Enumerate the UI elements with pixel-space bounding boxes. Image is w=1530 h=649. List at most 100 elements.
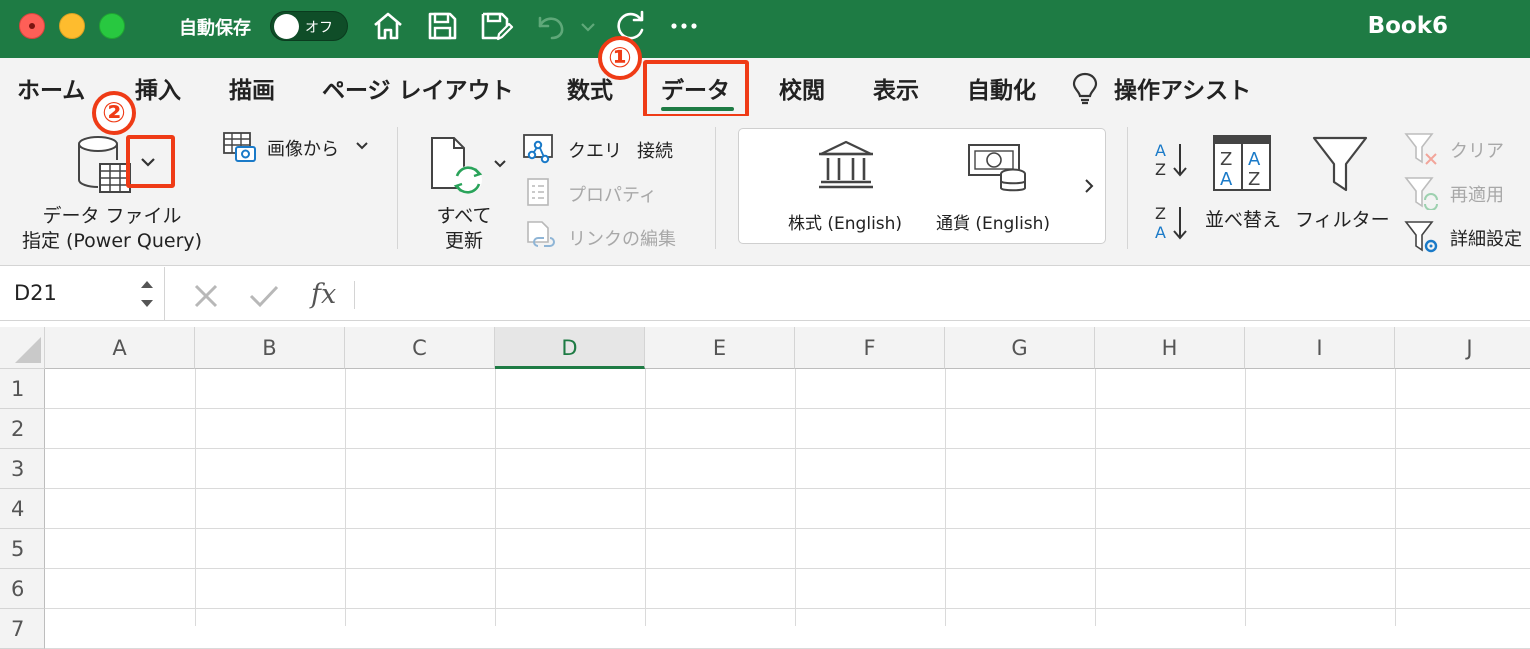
insert-function-button[interactable]: fx xyxy=(311,279,336,310)
currencies-button[interactable]: 通貨 (English) xyxy=(936,209,1050,234)
column-header-g[interactable]: G xyxy=(945,327,1095,369)
properties-button[interactable]: プロパティ xyxy=(568,181,657,207)
tab-insert[interactable]: 挿入 xyxy=(135,71,181,105)
get-data-label-1: データ ファイル xyxy=(42,205,182,227)
refresh-all-button[interactable]: すべて 更新 xyxy=(428,204,500,254)
column-header-a[interactable]: A xyxy=(45,327,195,369)
name-box-stepper-icon[interactable] xyxy=(138,276,156,312)
refresh-all-icon[interactable] xyxy=(428,134,492,198)
grid-hline xyxy=(45,528,1530,529)
tab-review[interactable]: 校閲 xyxy=(779,71,825,105)
grid-hline xyxy=(45,448,1530,449)
group-separator xyxy=(1127,127,1128,249)
row-header-3[interactable]: 3 xyxy=(0,449,45,489)
more-icon[interactable] xyxy=(666,8,702,44)
row-header-1[interactable]: 1 xyxy=(0,369,45,409)
gallery-chevron-right-icon[interactable] xyxy=(1081,177,1097,195)
grid-hline xyxy=(45,608,1530,609)
column-header-h[interactable]: H xyxy=(1095,327,1245,369)
sort-dialog-icon[interactable]: Z A A Z xyxy=(1212,134,1272,192)
column-header-b[interactable]: B xyxy=(195,327,345,369)
group-separator xyxy=(397,127,398,249)
svg-text:A: A xyxy=(1155,141,1166,160)
clear-button[interactable]: クリア xyxy=(1450,137,1504,163)
annotation-badge-1: ① xyxy=(598,36,642,80)
group-separator xyxy=(715,127,716,249)
column-header-e[interactable]: E xyxy=(645,327,795,369)
select-all-triangle-icon xyxy=(15,337,41,363)
edit-links-icon xyxy=(527,221,555,247)
enter-check-icon[interactable] xyxy=(248,282,280,310)
tab-draw[interactable]: 描画 xyxy=(229,71,275,105)
column-header-i[interactable]: I xyxy=(1245,327,1395,369)
save-icon[interactable] xyxy=(424,8,460,44)
row-header-2[interactable]: 2 xyxy=(0,409,45,449)
from-image-chevron-icon[interactable] xyxy=(354,139,370,153)
tab-page-layout[interactable]: ページ レイアウト xyxy=(322,71,514,105)
svg-text:A: A xyxy=(1220,169,1233,190)
undo-chevron-down-icon[interactable] xyxy=(578,8,598,44)
queries-connections-icon[interactable] xyxy=(522,133,556,165)
column-header-d[interactable]: D xyxy=(495,327,645,369)
stocks-button[interactable]: 株式 (English) xyxy=(788,209,902,234)
filter-icon[interactable] xyxy=(1310,134,1370,194)
lightbulb-icon xyxy=(1072,72,1098,105)
ribbon-tabs: ホーム 挿入 描画 ページ レイアウト 数式 データ 校閲 表示 自動化 操作ア… xyxy=(0,58,1530,116)
tab-formulas[interactable]: 数式 xyxy=(567,71,613,105)
undo-icon[interactable] xyxy=(532,8,572,44)
autosave-toggle[interactable]: オフ xyxy=(270,11,348,41)
filter-button[interactable]: フィルター xyxy=(1295,205,1390,232)
row-header-6[interactable]: 6 xyxy=(0,569,45,609)
tab-tell-me[interactable]: 操作アシスト xyxy=(1114,71,1251,105)
toggle-knob xyxy=(274,14,299,39)
tab-home[interactable]: ホーム xyxy=(17,71,85,105)
formula-divider xyxy=(354,281,355,309)
advanced-filter-icon[interactable] xyxy=(1404,220,1440,254)
column-header-c[interactable]: C xyxy=(345,327,495,369)
svg-text:A: A xyxy=(1248,149,1261,170)
row-header-7[interactable]: 7 xyxy=(0,609,45,649)
sort-descending-icon[interactable]: Z A xyxy=(1150,201,1194,245)
refresh-label-1: すべて xyxy=(436,205,492,227)
refresh-label-2: 更新 xyxy=(444,230,483,252)
connections-button[interactable]: 接続 xyxy=(637,137,673,163)
home-icon[interactable] xyxy=(370,8,406,44)
autosave-state: オフ xyxy=(305,20,333,36)
grid-hline xyxy=(45,408,1530,409)
cancel-icon[interactable] xyxy=(192,282,220,310)
properties-icon xyxy=(527,178,549,206)
image-table-icon xyxy=(223,132,256,162)
zoom-window-button[interactable] xyxy=(99,13,125,39)
clear-filter-icon xyxy=(1404,133,1437,165)
svg-text:Z: Z xyxy=(1248,169,1260,190)
edit-links-button[interactable]: リンクの編集 xyxy=(568,225,676,251)
minimize-window-button[interactable] xyxy=(59,13,85,39)
annotation-highlight-data-tab xyxy=(643,60,749,118)
currency-icon[interactable] xyxy=(966,140,1030,196)
from-image-button[interactable]: 画像から xyxy=(267,135,339,161)
save-as-icon[interactable] xyxy=(478,8,514,44)
bank-icon[interactable] xyxy=(815,138,877,192)
close-window-button[interactable] xyxy=(19,13,45,39)
advanced-button[interactable]: 詳細設定 xyxy=(1450,225,1522,251)
annotation-badge-2: ② xyxy=(92,91,136,135)
sort-button[interactable]: 並べ替え xyxy=(1205,205,1281,232)
select-all-corner[interactable] xyxy=(0,327,45,369)
refresh-chevron-icon[interactable] xyxy=(492,157,508,171)
reapply-button[interactable]: 再適用 xyxy=(1450,181,1504,207)
svg-text:Z: Z xyxy=(1155,204,1166,223)
queries-button[interactable]: クエリ xyxy=(568,137,622,163)
sort-ascending-icon[interactable]: A Z xyxy=(1150,138,1194,182)
document-title: Book6 xyxy=(1367,13,1448,39)
column-header-f[interactable]: F xyxy=(795,327,945,369)
get-data-button[interactable]: データ ファイル 指定 (Power Query) xyxy=(20,204,204,254)
tab-view[interactable]: 表示 xyxy=(873,71,919,105)
autosave-label: 自動保存 xyxy=(179,18,251,39)
tab-automate[interactable]: 自動化 xyxy=(967,71,1036,105)
name-box-value: D21 xyxy=(14,281,57,305)
svg-text:Z: Z xyxy=(1155,160,1166,179)
row-header-5[interactable]: 5 xyxy=(0,529,45,569)
title-bar: 自動保存 オフ Book6 xyxy=(0,0,1530,58)
column-header-j[interactable]: J xyxy=(1395,327,1530,369)
row-header-4[interactable]: 4 xyxy=(0,489,45,529)
